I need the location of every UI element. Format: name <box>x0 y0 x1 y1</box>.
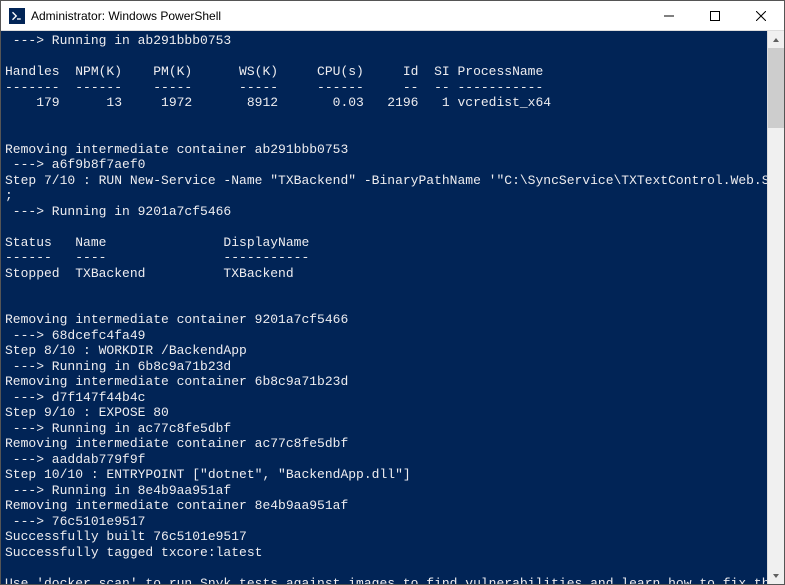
vertical-scrollbar[interactable] <box>767 31 784 584</box>
window-title: Administrator: Windows PowerShell <box>31 9 646 23</box>
close-button[interactable] <box>738 1 784 30</box>
titlebar: Administrator: Windows PowerShell <box>1 1 784 31</box>
scrollbar-thumb[interactable] <box>768 48 784 128</box>
terminal-output[interactable]: ---> Running in ab291bbb0753 Handles NPM… <box>1 31 767 584</box>
scrollbar-up-button[interactable] <box>768 31 784 48</box>
app-icon <box>9 8 25 24</box>
minimize-button[interactable] <box>646 1 692 30</box>
scrollbar-down-button[interactable] <box>768 567 784 584</box>
window-controls <box>646 1 784 30</box>
maximize-button[interactable] <box>692 1 738 30</box>
